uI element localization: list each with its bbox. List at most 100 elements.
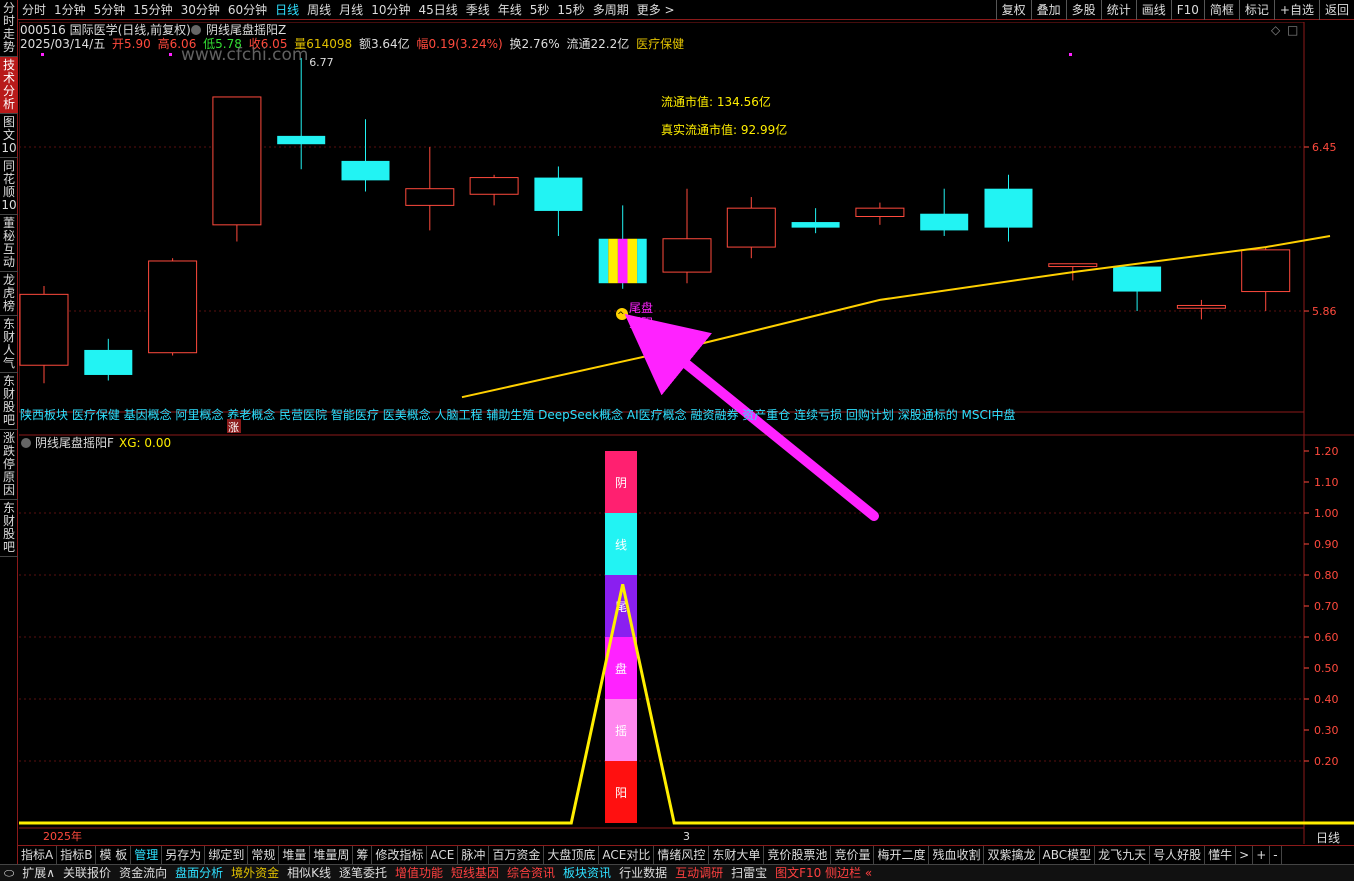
candle-body-up — [1048, 263, 1098, 268]
status-item[interactable]: 增值功能 — [391, 865, 447, 881]
indicator-tab[interactable]: 另存为 — [162, 846, 206, 864]
indicator-tab[interactable]: 情绪风控 — [654, 846, 710, 864]
left-tab[interactable]: 涨跌停原因 — [0, 430, 18, 500]
period-tab[interactable]: 多周期 — [589, 0, 633, 20]
tool-button[interactable]: 叠加 — [1030, 0, 1066, 20]
indicator-tab[interactable]: 大盘顶底 — [544, 846, 600, 864]
indicator-tab[interactable]: + — [1253, 846, 1271, 864]
period-tab[interactable]: 日线 — [271, 0, 303, 20]
indicator-tab[interactable]: 筹 — [353, 846, 373, 864]
indicator-tab[interactable]: 懂牛 — [1205, 846, 1237, 864]
status-item[interactable]: 境外资金 — [227, 865, 283, 881]
indicator-tab[interactable]: 堆量周 — [310, 846, 354, 864]
indicator-tab[interactable]: 梅开二度 — [874, 846, 930, 864]
status-item[interactable]: 资金流向 — [115, 865, 171, 881]
period-tab[interactable]: 周线 — [303, 0, 335, 20]
tool-button[interactable]: +自选 — [1273, 0, 1319, 20]
concept-list[interactable]: 陕西板块 医疗保健 基因概念 阿里概念 养老概念 民营医院 智能医疗 医美概念 … — [20, 407, 1015, 422]
period-tab[interactable]: 60分钟 — [224, 0, 271, 20]
period-tab[interactable]: 15分钟 — [129, 0, 176, 20]
left-tab[interactable]: 东财人气 — [0, 316, 18, 373]
indicator-tab[interactable]: ACE对比 — [599, 846, 655, 864]
status-item[interactable]: 逐笔委托 — [335, 865, 391, 881]
status-item[interactable]: 盘面分析 — [171, 865, 227, 881]
status-item[interactable]: 扫雷宝 — [727, 865, 771, 881]
left-tab[interactable]: 同花顺10 — [0, 158, 18, 215]
price-axis: 6.45 5.86 — [1304, 141, 1337, 318]
period-tab[interactable]: 月线 — [335, 0, 367, 20]
quote-amount: 额3.64亿 — [359, 36, 410, 51]
left-tab[interactable]: 龙虎榜 — [0, 272, 18, 316]
sub-gridlines — [19, 512, 1304, 762]
tool-button[interactable]: 多股 — [1065, 0, 1101, 20]
tool-button[interactable]: 画线 — [1135, 0, 1171, 20]
indicator-tab[interactable]: 竞价股票池 — [764, 846, 832, 864]
period-tab[interactable]: 45日线 — [414, 0, 461, 20]
indicator-tab[interactable]: 常规 — [248, 846, 280, 864]
kline-chart[interactable]: 000516 国际医学(日线,前复权) 阴线尾盘摇阳Z 2025/03/14/五… — [19, 22, 1354, 844]
indicator-tab[interactable]: > — [1236, 846, 1254, 864]
indicator-tab[interactable]: 脉冲 — [458, 846, 490, 864]
status-item[interactable]: 短线基因 — [447, 865, 503, 881]
indicator-name[interactable]: 阴线尾盘摇阳Z — [206, 22, 286, 37]
indicator-tab[interactable]: 指标B — [57, 846, 97, 864]
indicator-tab[interactable]: - — [1270, 846, 1282, 864]
high-price-label: 6.77 — [309, 56, 334, 69]
indicator-tab[interactable]: 东财大单 — [709, 846, 765, 864]
tool-button[interactable]: 统计 — [1100, 0, 1136, 20]
sub-indicator-name[interactable]: 阴线尾盘摇阳F — [35, 435, 114, 450]
indicator-tab[interactable]: 号人好股 — [1150, 846, 1206, 864]
status-item[interactable]: 图文F10 侧边栏 « — [771, 865, 876, 881]
status-item[interactable]: 板块资讯 — [559, 865, 615, 881]
diamond-icon[interactable]: ◇ — [1271, 23, 1281, 37]
indicator-tab[interactable]: ABC模型 — [1040, 846, 1096, 864]
indicator-tab[interactable]: 绑定到 — [205, 846, 249, 864]
period-tab[interactable]: 15秒 — [553, 0, 588, 20]
indicator-tab[interactable]: 百万资金 — [489, 846, 545, 864]
indicator-tab[interactable]: 修改指标 — [372, 846, 428, 864]
period-tab[interactable]: 季线 — [462, 0, 494, 20]
period-tab[interactable]: 1分钟 — [50, 0, 90, 20]
indicator-tab[interactable]: 龙飞九天 — [1095, 846, 1151, 864]
signal-label-top: 尾盘 — [629, 300, 653, 315]
left-tab[interactable]: 东财股吧 — [0, 373, 18, 430]
tool-button[interactable]: F10 — [1170, 0, 1204, 20]
left-tab[interactable]: 董秘互动 — [0, 215, 18, 272]
status-item[interactable]: 关联报价 — [59, 865, 115, 881]
status-item[interactable]: 相似K线 — [283, 865, 335, 881]
tool-button[interactable]: 复权 — [995, 0, 1031, 20]
window-icon[interactable]: □ — [1287, 23, 1298, 37]
indicator-tab[interactable]: 竞价量 — [831, 846, 875, 864]
left-tab[interactable]: 技术分析 — [0, 57, 18, 114]
status-item[interactable]: 综合资讯 — [503, 865, 559, 881]
period-tab[interactable]: 年线 — [494, 0, 526, 20]
candle-body-up — [148, 260, 198, 354]
status-item[interactable]: 扩展∧ — [18, 865, 59, 881]
indicator-tab[interactable]: 模 板 — [96, 846, 132, 864]
indicator-tab[interactable]: 双紫擒龙 — [984, 846, 1040, 864]
sub-tick-label: 1.20 — [1314, 445, 1339, 458]
pointer-arrow — [624, 313, 879, 521]
period-tab[interactable]: 5秒 — [526, 0, 554, 20]
status-item[interactable]: 互动调研 — [671, 865, 727, 881]
period-tab[interactable]: 5分钟 — [90, 0, 130, 20]
sub-collapse-icon[interactable] — [21, 438, 31, 448]
period-tab[interactable]: 30分钟 — [177, 0, 224, 20]
status-item[interactable]: 行业数据 — [615, 865, 671, 881]
left-tab[interactable]: 分时走势 — [0, 0, 18, 57]
collapse-icon[interactable] — [191, 25, 201, 35]
indicator-tab[interactable]: 指标A — [18, 846, 58, 864]
tool-button[interactable]: 简框 — [1203, 0, 1239, 20]
indicator-tab[interactable]: 残血收割 — [929, 846, 985, 864]
indicator-tab[interactable]: ACE — [427, 846, 459, 864]
indicator-tab[interactable]: 堆量 — [279, 846, 311, 864]
toggle-switch-icon[interactable]: ⬭ — [0, 865, 18, 881]
left-tab[interactable]: 东财股吧 — [0, 500, 18, 557]
period-tab[interactable]: 分时 — [18, 0, 50, 20]
period-tab[interactable]: 更多 > — [633, 0, 679, 20]
indicator-tab[interactable]: 管理 — [131, 846, 163, 864]
tool-button[interactable]: 标记 — [1238, 0, 1274, 20]
tool-button[interactable]: 返回 — [1318, 0, 1354, 20]
left-tab[interactable]: 图文10 — [0, 114, 18, 158]
period-tab[interactable]: 10分钟 — [367, 0, 414, 20]
